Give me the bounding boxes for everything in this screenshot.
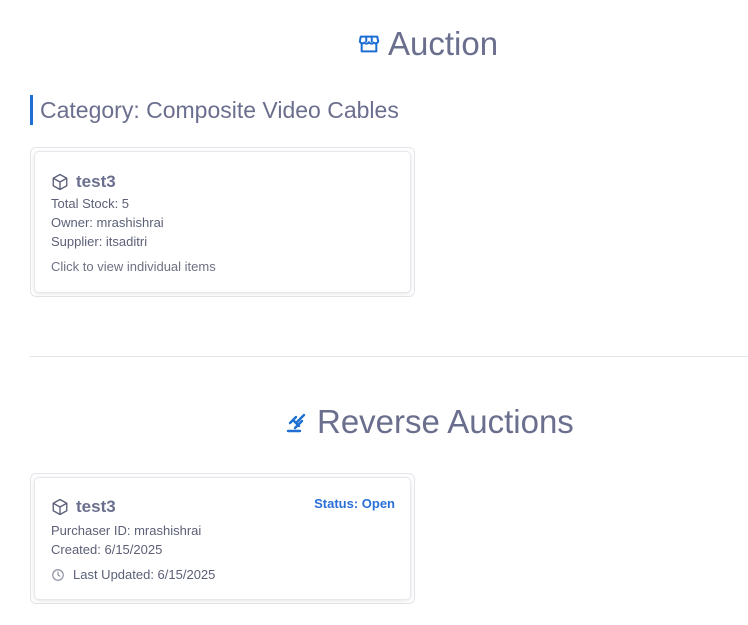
reverse-auction-card-body[interactable]: test3 Status: Open Purchaser ID: mrashis… xyxy=(34,477,411,600)
reverse-auctions-section-title: Reverse Auctions xyxy=(285,402,574,442)
stock-item-name: test3 xyxy=(76,172,116,191)
status-badge: Status: Open xyxy=(314,496,395,511)
page: Auction Category: Composite Video Cables… xyxy=(0,0,748,625)
created-date-text: Created: 6/15/2025 xyxy=(51,542,163,557)
reverse-auction-card[interactable]: test3 Status: Open Purchaser ID: mrashis… xyxy=(30,473,415,604)
gavel-icon xyxy=(285,410,309,434)
stock-item-card-body[interactable]: test3 Total Stock: 5 Owner: mrashishrai … xyxy=(34,151,411,293)
stock-item-card[interactable]: test3 Total Stock: 5 Owner: mrashishrai … xyxy=(30,147,415,297)
box-icon xyxy=(51,498,69,516)
storefront-icon xyxy=(358,33,380,55)
supplier-text: Supplier: itsaditri xyxy=(51,234,148,249)
category-heading: Category: Composite Video Cables xyxy=(30,95,399,125)
view-items-hint: Click to view individual items xyxy=(51,259,216,274)
reverse-auctions-title-text: Reverse Auctions xyxy=(317,403,574,440)
last-updated-row: Last Updated: 6/15/2025 xyxy=(51,567,394,582)
clock-icon xyxy=(51,568,65,582)
section-divider xyxy=(30,356,748,357)
total-stock-text: Total Stock: 5 xyxy=(51,196,130,211)
owner-text: Owner: mrashishrai xyxy=(51,215,164,230)
auction-title-text: Auction xyxy=(388,25,499,62)
reverse-auction-name: test3 xyxy=(76,497,116,516)
box-icon xyxy=(51,173,69,191)
purchaser-id-text: Purchaser ID: mrashishrai xyxy=(51,523,202,538)
auction-section-title: Auction xyxy=(358,24,498,64)
stock-item-title-row: test3 xyxy=(51,172,394,192)
last-updated-text: Last Updated: 6/15/2025 xyxy=(73,567,216,582)
